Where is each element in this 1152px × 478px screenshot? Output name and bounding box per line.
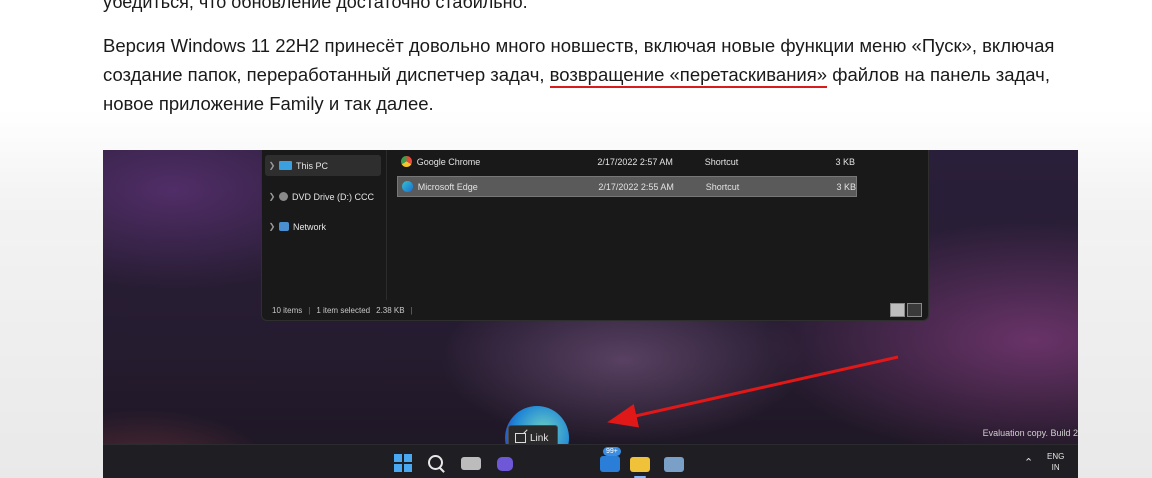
annotation-arrow xyxy=(607,355,899,428)
article-paragraph: Версия Windows 11 22H2 принесёт довольно… xyxy=(103,31,1093,118)
highlighted-phrase: возвращение «перетаскивания» xyxy=(549,64,828,88)
article-text-cropped: убедиться, что обновление достаточно ста… xyxy=(103,0,528,12)
windows-screenshot: ❯ This PC ❯ DVD Drive (D:) CCC ❯ Network… xyxy=(103,150,1078,478)
